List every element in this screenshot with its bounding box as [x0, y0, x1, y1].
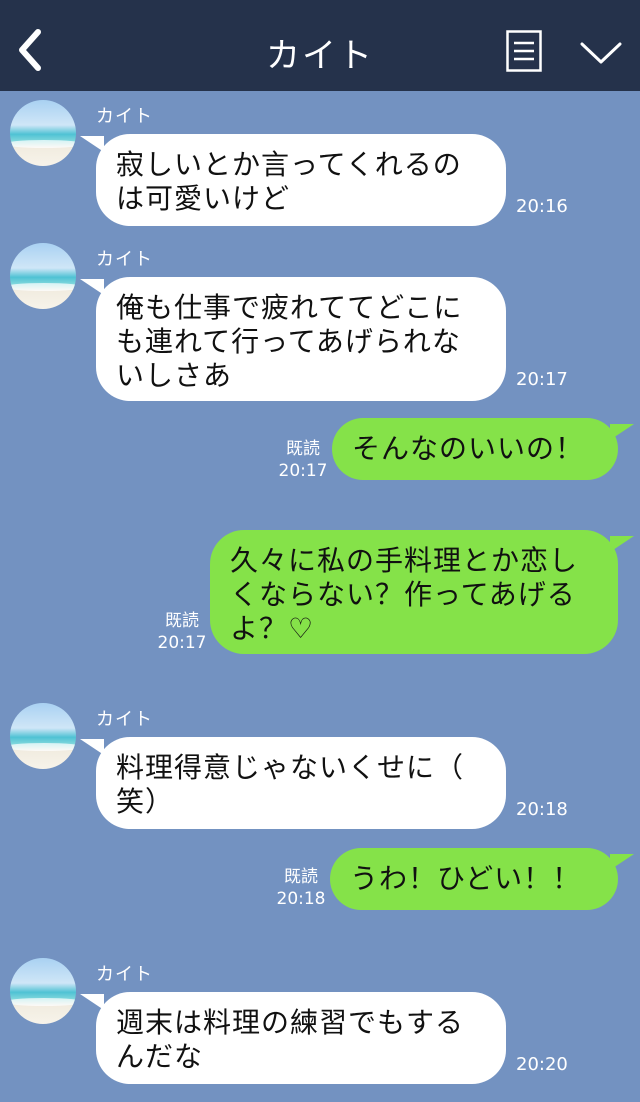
message-time: 20:18	[516, 799, 568, 820]
message-bubble[interactable]: 料理得意じゃないくせに（ 笑）	[80, 737, 506, 829]
avatar[interactable]	[10, 243, 76, 309]
message-bubble[interactable]: 久々に私の手料理とか恋し くならない？作ってあげる よ？♡	[210, 530, 634, 654]
message-bubble[interactable]: 寂しいとか言ってくれるの は可愛いけど	[80, 134, 506, 226]
avatar[interactable]	[10, 100, 76, 166]
read-receipt: 既読 20:18	[276, 866, 326, 910]
avatar[interactable]	[10, 703, 76, 769]
chevron-down-icon[interactable]	[580, 40, 622, 66]
message-bubble[interactable]: そんなのいいの！	[332, 418, 634, 480]
sender-name: カイト	[96, 964, 153, 985]
chat-header: カイト	[0, 0, 640, 91]
read-label: 既読	[286, 439, 320, 459]
sender-name: カイト	[96, 249, 153, 270]
message-time: 20:17	[157, 633, 207, 653]
read-label: 既読	[165, 611, 199, 631]
message-bubble[interactable]: 週末は料理の練習でもする んだな	[80, 992, 506, 1084]
chat-title: カイト	[266, 36, 374, 76]
message-time: 20:16	[516, 196, 568, 217]
message-bubble[interactable]: 俺も仕事で疲れててどこに も連れて行ってあげられな いしさあ	[80, 277, 506, 401]
message-bubble[interactable]: うわ！ひどい！！	[330, 848, 634, 910]
read-receipt: 既読 20:17	[156, 610, 208, 654]
message-time: 20:20	[516, 1054, 568, 1075]
message-time: 20:17	[278, 461, 328, 481]
read-label: 既読	[284, 867, 318, 887]
message-time: 20:18	[276, 889, 326, 909]
sender-name: カイト	[96, 106, 153, 127]
read-receipt: 既読 20:17	[278, 438, 328, 482]
list-menu-icon[interactable]	[506, 30, 542, 72]
sender-name: カイト	[96, 709, 153, 730]
avatar[interactable]	[10, 958, 76, 1024]
message-time: 20:17	[516, 369, 568, 390]
